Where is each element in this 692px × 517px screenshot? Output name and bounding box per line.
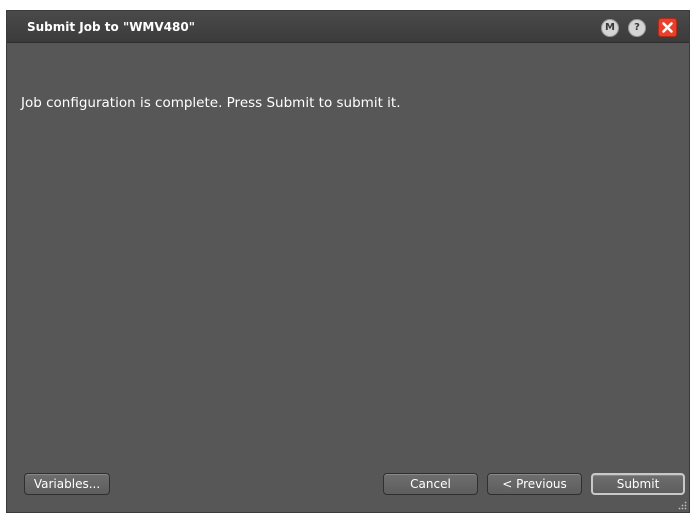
previous-button[interactable]: < Previous: [487, 473, 582, 495]
help-button[interactable]: ?: [628, 19, 646, 37]
submit-button[interactable]: Submit: [591, 473, 685, 495]
variables-button[interactable]: Variables...: [24, 473, 110, 495]
status-message: Job configuration is complete. Press Sub…: [21, 95, 401, 111]
cancel-button[interactable]: Cancel: [383, 473, 478, 495]
dialog-title: Submit Job to "WMV480": [27, 20, 195, 34]
submit-job-dialog: Submit Job to "WMV480" M ? Job configura…: [6, 10, 690, 513]
resize-grip-icon[interactable]: [677, 500, 687, 510]
dialog-titlebar[interactable]: Submit Job to "WMV480" M ?: [7, 11, 689, 43]
m-button[interactable]: M: [601, 19, 619, 37]
close-icon: [662, 22, 673, 33]
close-button[interactable]: [658, 18, 677, 37]
